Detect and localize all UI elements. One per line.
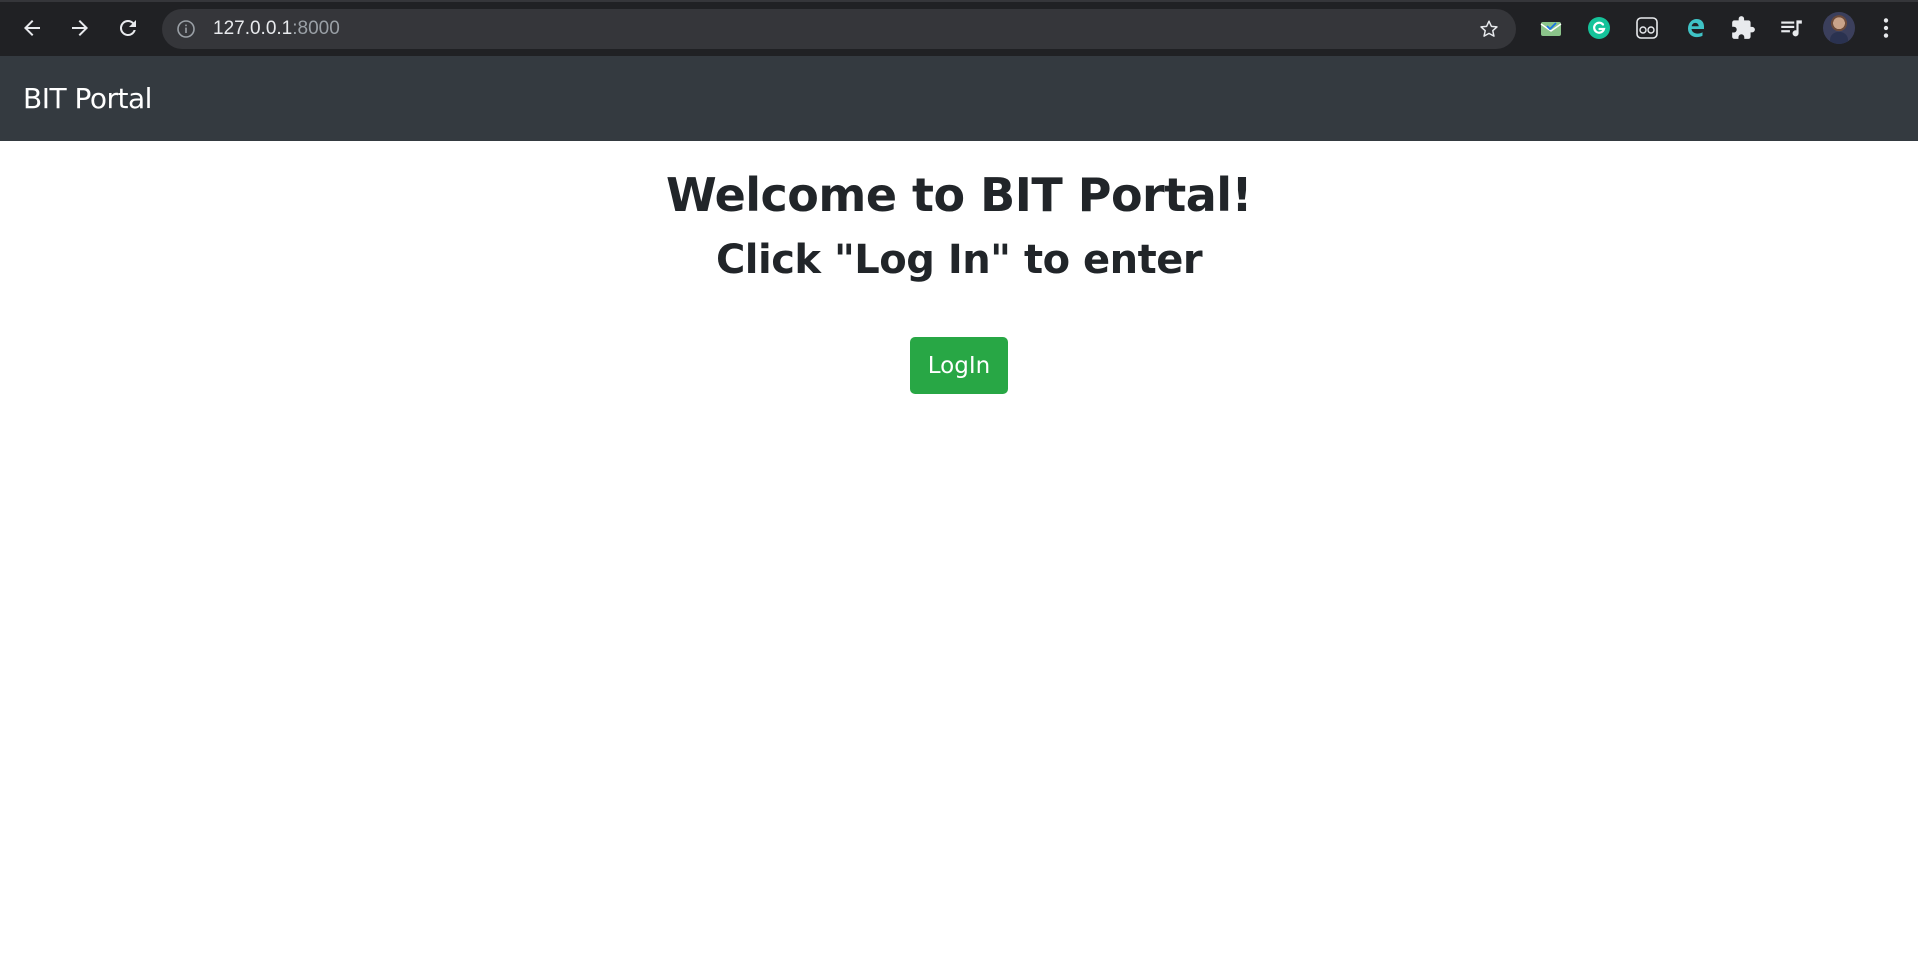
mail-check-extension-icon [1540,22,1562,36]
back-button[interactable] [8,4,56,52]
star-icon[interactable] [1478,18,1500,40]
browser-menu-button[interactable] [1872,14,1900,42]
grammarly-button[interactable] [1585,14,1613,42]
edge-icon [1688,19,1704,38]
page-subtitle: Click "Log In" to enter [715,237,1203,283]
site-navbar: BIT Portal [0,56,1918,141]
puzzle-extensions-icon [1732,16,1755,39]
profile-avatar[interactable] [1823,12,1855,44]
extensions-button[interactable] [1729,14,1757,42]
address-bar[interactable]: 127.0.0.1:8000 [162,9,1516,49]
media-queue-icon [1781,20,1802,37]
browser-toolbar: 127.0.0.1:8000 [0,0,1918,56]
mail-check-extension-button[interactable] [1537,14,1565,42]
page-title: Welcome to BIT Portal! [665,168,1253,222]
forward-arrow-icon [72,20,88,36]
info-icon[interactable] [176,19,196,39]
back-arrow-icon [24,20,40,36]
reload-button[interactable] [104,4,152,52]
reload-icon [119,19,136,36]
forward-button[interactable] [56,4,104,52]
kebab-menu-icon [1883,18,1889,38]
grammarly-icon [1588,17,1610,39]
url-text[interactable]: 127.0.0.1:8000 [213,18,340,40]
reader-mode-button[interactable] [1633,14,1661,42]
login-button[interactable]: LogIn [910,337,1008,394]
edge-extension-button[interactable] [1681,14,1709,42]
navbar-brand[interactable]: BIT Portal [23,82,152,115]
url-port: :8000 [292,18,340,39]
media-queue-button[interactable] [1777,14,1805,42]
reader-mode-icon [1636,17,1658,39]
url-host: 127.0.0.1 [213,18,293,39]
